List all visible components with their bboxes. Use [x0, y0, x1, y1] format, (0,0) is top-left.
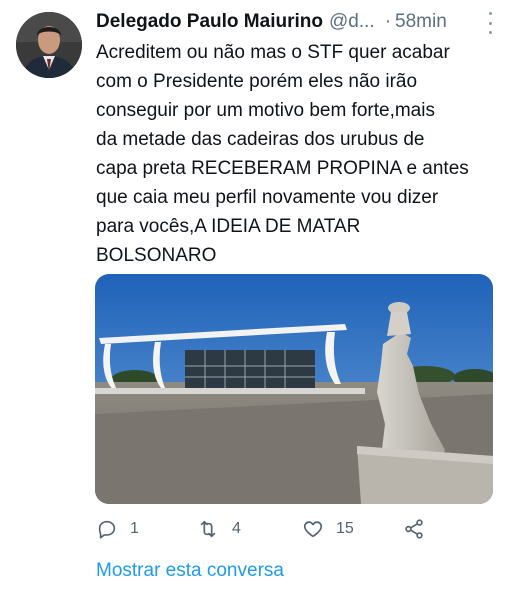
tweet-text-line: que caia meu perfil novamente vou dizer [96, 187, 439, 208]
tweet-text-line: da metade das cadeiras dos urubus de [96, 129, 425, 150]
avatar[interactable] [16, 12, 82, 78]
retweet-count: 4 [232, 520, 241, 537]
more-vertical-icon [488, 12, 492, 15]
separator-dot: · [384, 11, 392, 32]
tweet-text-line: capa preta RECEBERAM PROPINA e antes [96, 158, 469, 179]
author-name[interactable]: Delegado Paulo Maiurino [96, 11, 323, 33]
heart-icon [303, 521, 323, 538]
author-handle[interactable]: @d... [329, 11, 375, 33]
tweet-header: Delegado Paulo Maiurino @d... · 58min [96, 8, 496, 36]
tweet[interactable]: Delegado Paulo Maiurino @d... · 58min Ac… [0, 0, 508, 600]
more-options-button[interactable] [482, 12, 498, 34]
tweet-text-line: conseguir por um motivo bem forte,mais [96, 100, 435, 121]
tweet-media-image[interactable] [95, 274, 493, 504]
like-count: 15 [336, 520, 354, 537]
tweet-text-line: com o Presidente porém eles não irão [96, 71, 418, 92]
share-button[interactable] [402, 514, 426, 544]
tweet-text-line: BOLSONARO [96, 245, 217, 266]
reply-count: 1 [130, 520, 139, 537]
tweet-text-line: para vocês,A IDEIA DE MATAR [96, 216, 361, 237]
reply-button[interactable]: 1 [96, 514, 139, 544]
building-photo [95, 274, 493, 504]
tweet-actions: 1 4 15 [96, 514, 496, 544]
retweet-button[interactable]: 4 [196, 514, 241, 544]
tweet-text: Acreditem ou não mas o STF quer acabar c… [96, 38, 500, 270]
tweet-text-line: Acreditem ou não mas o STF quer acabar [96, 42, 450, 63]
like-button[interactable]: 15 [302, 514, 354, 544]
retweet-icon [200, 520, 216, 538]
reply-icon [98, 520, 116, 539]
avatar-photo [16, 12, 82, 78]
share-icon [405, 519, 423, 539]
show-thread-link[interactable]: Mostrar esta conversa [96, 560, 284, 582]
tweet-timestamp[interactable]: 58min [395, 11, 447, 33]
